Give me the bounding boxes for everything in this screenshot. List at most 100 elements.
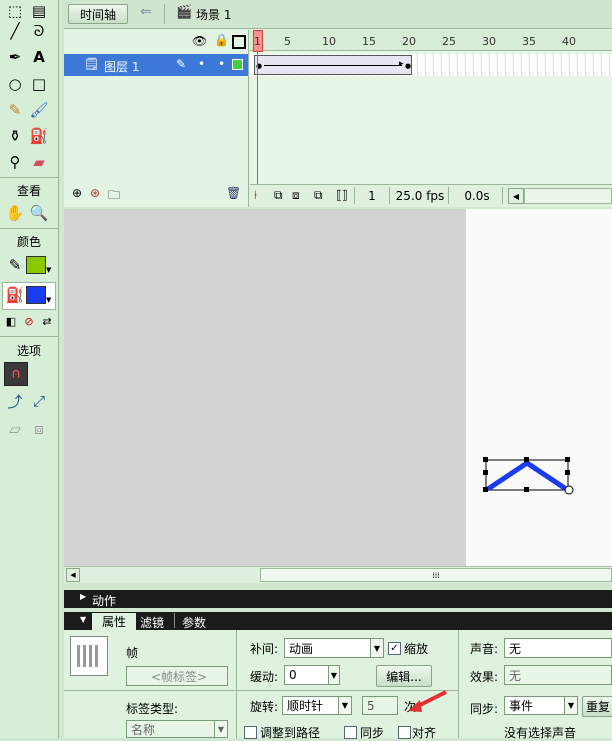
frames-area[interactable]: 1 5 10 15 20 25 30 35 40 ● ▸ ● ⍿ ⧉ ⧈ ⧉ ⟦… bbox=[250, 30, 612, 207]
eyedropper-icon[interactable]: ⚲ bbox=[4, 151, 26, 173]
scroll-thumb[interactable]: ⁞⁞⁞ bbox=[260, 568, 612, 582]
oval-tool-icon[interactable]: ○ bbox=[4, 73, 26, 95]
sound-label: 声音: bbox=[470, 642, 499, 656]
collapse-arrow-icon[interactable]: ▼ bbox=[80, 615, 86, 624]
ease-label: 缓动: bbox=[250, 670, 279, 684]
chevron-down-icon[interactable]: ▼ bbox=[328, 665, 340, 685]
transform-handle bbox=[483, 487, 488, 492]
transform-handle bbox=[483, 457, 488, 462]
onion-outline-icon[interactable]: ⧈ bbox=[292, 188, 300, 203]
frame-name-input[interactable]: <帧标签> bbox=[126, 666, 228, 686]
lock-dot-icon[interactable]: • bbox=[218, 57, 225, 71]
effect-label: 效果: bbox=[470, 670, 499, 684]
fill-color-icon: ⛽ bbox=[5, 286, 25, 304]
tab-properties[interactable]: 属性 bbox=[92, 613, 136, 630]
zoom-tool-icon[interactable]: 🔍 bbox=[28, 202, 50, 224]
free-transform-icon[interactable]: ⬚ bbox=[4, 0, 26, 22]
timeline-hscrollbar[interactable] bbox=[524, 188, 612, 204]
repeat-select[interactable]: 重复 bbox=[582, 696, 612, 717]
stage[interactable] bbox=[466, 209, 612, 566]
chevron-down-icon: ▼ bbox=[338, 697, 351, 714]
distort-icon[interactable]: ▱ bbox=[4, 418, 26, 440]
ruler-tick: 1 bbox=[254, 35, 261, 48]
timeline-header: 时间轴 ⇐ 🎬 场景 1 bbox=[64, 0, 612, 29]
selected-arc-shape[interactable] bbox=[480, 455, 576, 497]
add-guide-layer-icon[interactable]: ⊛ bbox=[90, 186, 100, 200]
stroke-color-swatch[interactable] bbox=[26, 256, 46, 274]
ruler-tick: 15 bbox=[362, 35, 376, 48]
frame-ruler[interactable]: 1 5 10 15 20 25 30 35 40 bbox=[250, 30, 612, 52]
scene-label: 场景 1 bbox=[196, 8, 232, 22]
actions-title: 动作 bbox=[92, 594, 117, 608]
paint-bucket-icon[interactable]: ⛽ bbox=[28, 125, 50, 147]
sync-label: 同步 bbox=[360, 726, 385, 740]
tween-select[interactable]: 动画 ▼ bbox=[284, 638, 384, 658]
add-layer-icon[interactable]: ⊕ bbox=[72, 186, 82, 200]
scroll-left-icon[interactable]: ◀ bbox=[66, 568, 80, 582]
orient-to-path-checkbox[interactable] bbox=[244, 726, 257, 739]
timeline-toggle-button[interactable]: 时间轴 bbox=[68, 4, 128, 24]
center-frame-icon[interactable]: ⍿ bbox=[254, 188, 257, 203]
sound-select[interactable]: 无 bbox=[504, 638, 612, 658]
snap-magnet-icon[interactable]: ∩ bbox=[4, 362, 28, 386]
snap-checkbox[interactable] bbox=[398, 726, 411, 739]
text-tool-icon[interactable]: A bbox=[28, 46, 50, 68]
sync-sound-select[interactable]: 事件 ▼ bbox=[504, 696, 578, 715]
line-tool-icon[interactable]: ╱ bbox=[4, 20, 26, 42]
chevron-down-icon: ▼ bbox=[564, 697, 577, 714]
ruler-tick: 30 bbox=[482, 35, 496, 48]
chevron-down-icon: ▼ bbox=[214, 721, 227, 737]
frame-rate-readout[interactable]: 25.0 fps bbox=[392, 187, 449, 204]
layer-row[interactable]: 🗒 图层 1 ✎ • • bbox=[64, 54, 248, 76]
ruler-tick: 10 bbox=[322, 35, 336, 48]
outline-icon[interactable] bbox=[232, 35, 246, 49]
edit-multiple-frames-icon[interactable]: ⧉ bbox=[314, 188, 323, 203]
brush-tool-icon[interactable]: 🖌 bbox=[28, 99, 50, 121]
ruler-tick: 40 bbox=[562, 35, 576, 48]
eye-icon[interactable]: 👁 bbox=[192, 34, 207, 48]
smooth-icon[interactable]: ⤴ bbox=[4, 390, 26, 412]
expand-arrow-icon[interactable]: ▶ bbox=[80, 592, 86, 601]
add-folder-icon[interactable]: 🗀 bbox=[108, 186, 120, 207]
back-arrow-icon[interactable]: ⇐ bbox=[140, 4, 152, 20]
actions-panel-header[interactable]: ▶ 动作 bbox=[64, 590, 612, 608]
edit-ease-button[interactable]: 编辑... bbox=[376, 665, 432, 687]
gradient-transform-icon[interactable]: ▤ bbox=[28, 0, 50, 22]
no-sound-status: 没有选择声音 bbox=[504, 726, 577, 740]
hand-tool-icon[interactable]: ✋ bbox=[4, 202, 26, 224]
tab-filters[interactable]: 滤镜 bbox=[140, 614, 164, 631]
lock-icon[interactable]: 🔒 bbox=[214, 33, 229, 47]
scale-checkbox[interactable]: ✓ bbox=[388, 642, 401, 655]
effect-select[interactable]: 无 bbox=[504, 665, 612, 685]
swap-colors-icon[interactable]: ⇄ bbox=[36, 310, 58, 332]
fill-color-swatch[interactable] bbox=[26, 286, 46, 304]
layer-panel: 👁 🔒 🗒 图层 1 ✎ • • ⊕ ⊛ 🗀 🗑 bbox=[64, 30, 249, 207]
straighten-icon[interactable]: ⤢ bbox=[28, 390, 50, 412]
transform-handle bbox=[483, 470, 488, 475]
outline-color-icon[interactable] bbox=[232, 59, 243, 70]
properties-panel: 帧 <帧标签> 标签类型: 名称 ▼ 补间: 动画 ▼ ✓ 缩放 缓动: 0 ▼… bbox=[64, 630, 612, 740]
modify-markers-icon[interactable]: ⟦⟧ bbox=[336, 188, 348, 202]
envelope-icon[interactable]: ⧈ bbox=[28, 418, 50, 440]
pen-tool-icon[interactable]: ✒ bbox=[4, 46, 26, 68]
scroll-left-icon[interactable]: ◀ bbox=[508, 188, 524, 204]
tab-parameters[interactable]: 参数 bbox=[182, 614, 206, 631]
elapsed-time-readout: 0.0s bbox=[452, 187, 503, 204]
lasso-tool-icon[interactable]: ᘐ bbox=[28, 20, 50, 42]
onion-skin-icon[interactable]: ⧉ bbox=[274, 188, 283, 203]
rotate-select[interactable]: 顺时针 ▼ bbox=[282, 696, 352, 715]
pencil-edit-icon: ✎ bbox=[176, 57, 187, 71]
eraser-icon[interactable]: ▰ bbox=[28, 151, 50, 173]
motion-tween-span[interactable]: ● ▸ ● bbox=[254, 55, 412, 75]
layer-icon: 🗒 bbox=[84, 57, 100, 71]
rectangle-tool-icon[interactable]: □ bbox=[28, 73, 50, 95]
transform-handle bbox=[565, 457, 570, 462]
delete-layer-icon[interactable]: 🗑 bbox=[226, 186, 241, 200]
visibility-dot-icon[interactable]: • bbox=[198, 57, 205, 71]
ink-bottle-icon[interactable]: ⚱ bbox=[4, 125, 26, 147]
rotate-count-input[interactable]: 5 bbox=[362, 696, 398, 715]
stage-hscrollbar[interactable]: ◀ ⁞⁞⁞ bbox=[64, 566, 612, 583]
sync-checkbox[interactable] bbox=[344, 726, 357, 739]
label-type-select[interactable]: 名称 ▼ bbox=[126, 720, 228, 738]
pencil-tool-icon[interactable]: ✎ bbox=[4, 99, 26, 121]
